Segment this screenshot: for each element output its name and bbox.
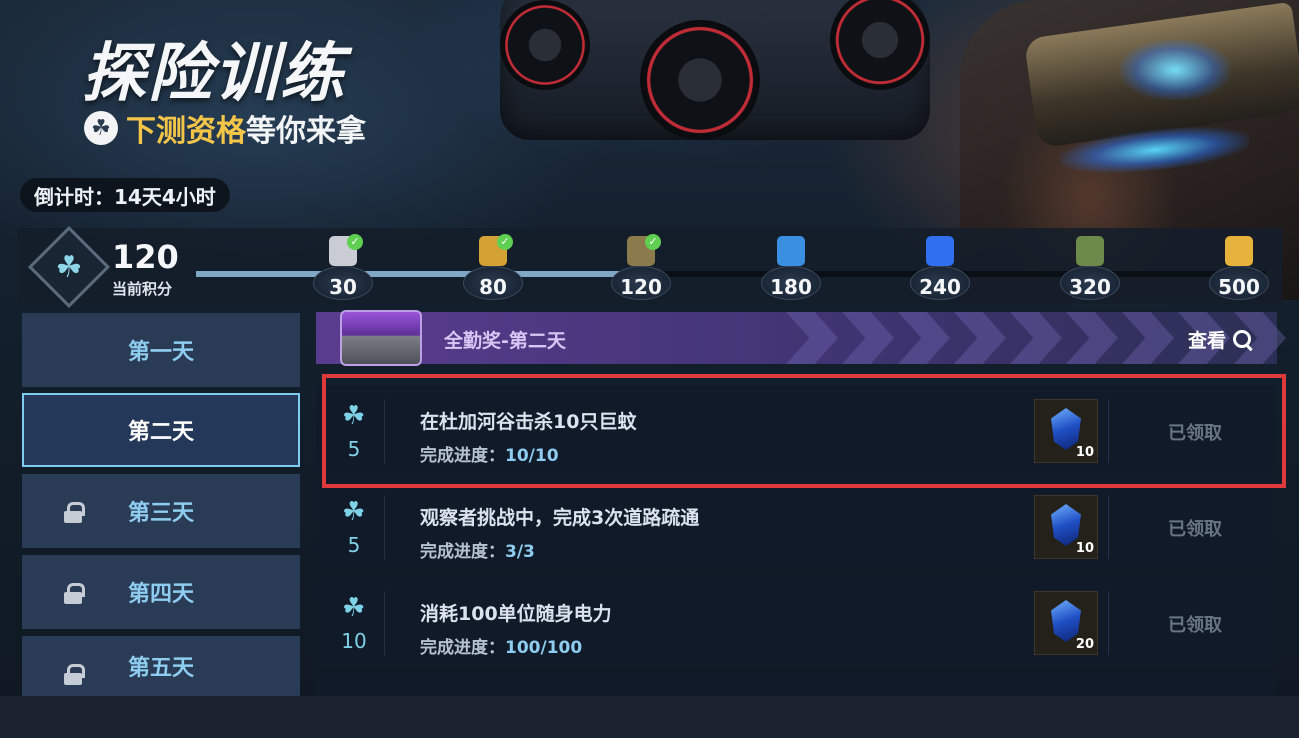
reward-count: 10: [1075, 445, 1094, 460]
task-name: 在杜加河谷击杀10只巨蚊: [420, 411, 637, 433]
blue-gem-icon: [1051, 504, 1081, 546]
task-row: ☘ 10 消耗100单位随身电力 完成进度：100/100 20 已领取: [316, 577, 1275, 669]
day-tab[interactable]: 第三天: [22, 474, 300, 548]
reward-count: 20: [1075, 637, 1094, 652]
day-tab-label: 第四天: [127, 582, 194, 607]
gold-coin-icon: [1225, 236, 1253, 266]
blue-gem-icon: [1051, 600, 1081, 642]
day-tab-label: 第一天: [127, 340, 194, 365]
reward-slot[interactable]: 10: [1034, 399, 1098, 463]
divider: [1108, 495, 1109, 559]
chevron-decoration: [954, 312, 1006, 364]
task-progress: 完成进度：3/3: [420, 537, 535, 562]
milestone-node[interactable]: 30 ✓: [313, 234, 373, 304]
current-score: 120: [112, 238, 179, 276]
task-points: 5: [347, 437, 361, 461]
lock-icon: [64, 583, 85, 604]
clover-icon: ☘: [342, 497, 366, 527]
view-button-label: 查看: [1188, 330, 1227, 352]
milestone-value: 30: [329, 275, 357, 299]
chevron-decoration: [1122, 312, 1174, 364]
bottom-strip: [0, 696, 1299, 738]
milestone-node[interactable]: 120 ✓: [611, 234, 671, 304]
page-subtitle: ☘ 下测资格等你来拿: [84, 106, 366, 150]
chevron-decoration: [1066, 312, 1118, 364]
milestone-node[interactable]: 80 ✓: [463, 234, 523, 304]
current-score-label: 当前积分: [112, 280, 173, 298]
lock-icon: [64, 502, 85, 523]
clover-icon: ☘: [55, 249, 83, 285]
reward-slot[interactable]: 20: [1034, 591, 1098, 655]
clover-icon: ☘: [84, 111, 118, 145]
subtitle-rest: 等你来拿: [246, 114, 366, 149]
task-progress: 完成进度：10/10: [420, 441, 559, 466]
day-tab[interactable]: 第四天: [22, 555, 300, 629]
clover-icon: ☘: [342, 401, 366, 431]
day-tab-label: 第五天: [127, 656, 194, 681]
claim-status: 已领取: [1168, 615, 1222, 636]
milestone-node[interactable]: 320: [1060, 234, 1120, 304]
task-row: ☘ 5 观察者挑战中，完成3次道路疏通 完成进度：3/3 10 已领取: [316, 481, 1275, 573]
divider: [384, 495, 385, 559]
divider: [1108, 399, 1109, 463]
page-title: 探险训练: [82, 37, 346, 111]
milestone-value: 120: [620, 275, 662, 299]
check-icon: ✓: [645, 234, 661, 250]
task-progress-value: 100/100: [505, 638, 583, 658]
task-progress-value: 10/10: [505, 446, 559, 466]
reward-count: 10: [1075, 541, 1094, 556]
day-tab[interactable]: 第二天: [22, 393, 300, 467]
task-row: ☘ 5 在杜加河谷击杀10只巨蚊 完成进度：10/10 10 已领取: [316, 385, 1275, 477]
task-name: 观察者挑战中，完成3次道路疏通: [420, 507, 700, 529]
check-icon: ✓: [347, 234, 363, 250]
chevron-decoration: [898, 312, 950, 364]
milestone-node[interactable]: 180: [761, 234, 821, 304]
milestone-value: 180: [770, 275, 812, 299]
progress-bar-fill: [196, 271, 641, 277]
view-button[interactable]: 查看: [1188, 326, 1254, 353]
task-progress-label: 完成进度：: [420, 542, 505, 562]
check-icon: ✓: [497, 234, 513, 250]
chevron-decoration: [842, 312, 894, 364]
task-points: 10: [341, 629, 367, 653]
countdown-timer: 倒计时：14天4小时: [20, 178, 230, 212]
milestone-value: 80: [479, 275, 507, 299]
divider: [1108, 591, 1109, 655]
vehicle-icon: [1076, 236, 1104, 266]
task-name: 消耗100单位随身电力: [420, 603, 612, 625]
milestone-value: 500: [1218, 275, 1260, 299]
task-progress: 完成进度：100/100: [420, 633, 582, 658]
blue-gem-icon: [926, 236, 954, 266]
task-progress-label: 完成进度：: [420, 446, 505, 466]
claim-status: 已领取: [1168, 519, 1222, 540]
gun-glow-effect: [1120, 40, 1230, 100]
task-progress-value: 3/3: [505, 542, 535, 562]
blue-card-icon: [777, 236, 805, 266]
treasure-chest-icon: [340, 310, 422, 366]
subtitle-highlight: 下测资格: [126, 114, 246, 149]
milestone-node[interactable]: 240: [910, 234, 970, 304]
milestone-value: 320: [1069, 275, 1111, 299]
blue-gem-icon: [1051, 408, 1081, 450]
milestone-value: 240: [919, 275, 961, 299]
day-tab-label: 第二天: [127, 420, 194, 445]
vehicle-illustration: [500, 0, 930, 140]
chevron-decoration: [1010, 312, 1062, 364]
day-tab[interactable]: 第一天: [22, 313, 300, 387]
task-progress-label: 完成进度：: [420, 638, 505, 658]
divider: [384, 591, 385, 655]
claim-status: 已领取: [1168, 423, 1222, 444]
search-icon: [1232, 329, 1254, 351]
divider: [384, 399, 385, 463]
reward-slot[interactable]: 10: [1034, 495, 1098, 559]
task-points: 5: [347, 533, 361, 557]
day-tab[interactable]: 第五天: [22, 636, 300, 696]
day-tab-label: 第三天: [127, 501, 194, 526]
lock-icon: [64, 664, 85, 685]
banner-title: 全勤奖-第二天: [444, 330, 566, 352]
milestone-node[interactable]: 500: [1209, 234, 1269, 304]
chevron-decoration: [786, 312, 838, 364]
clover-icon: ☘: [342, 593, 366, 623]
